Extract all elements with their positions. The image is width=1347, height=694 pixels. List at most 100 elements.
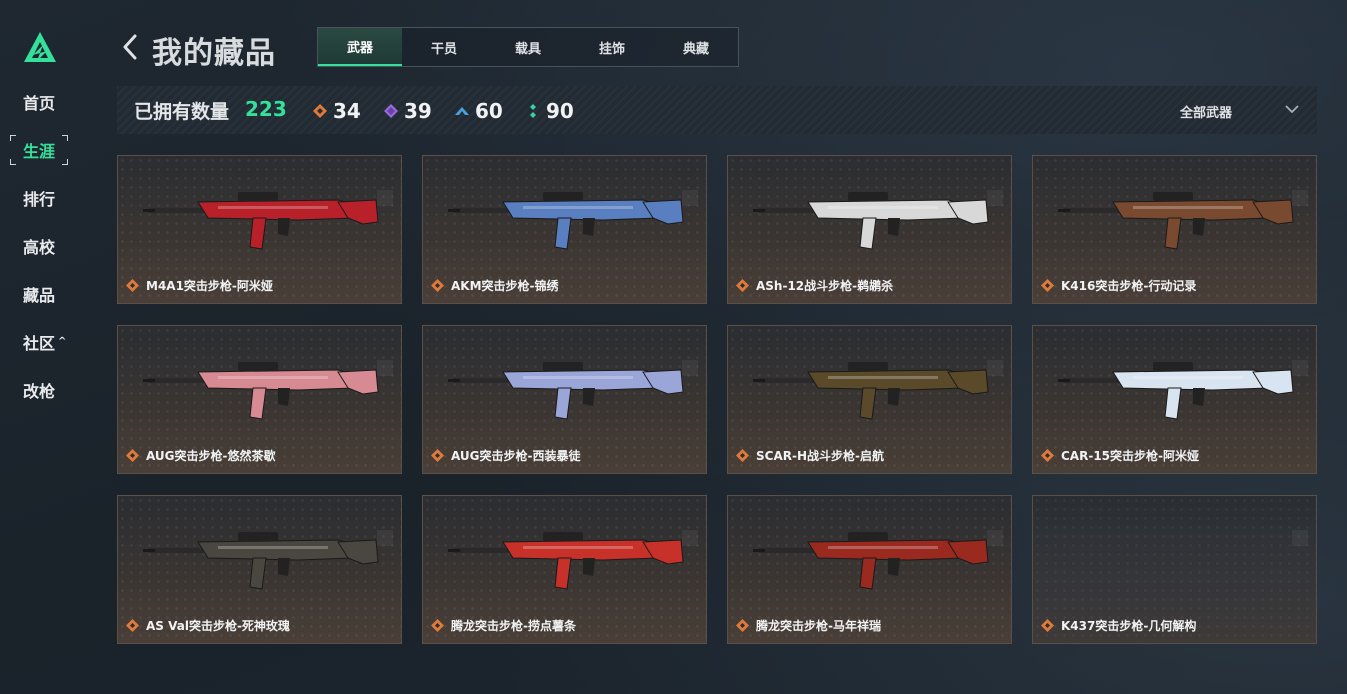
card-label-row: K416突击步枪-行动记录 <box>1041 277 1196 294</box>
weapon-skin-image <box>448 192 684 250</box>
nav-item-gunsmith[interactable]: 改枪 <box>10 375 68 405</box>
card-label-row: CAR-15突击步枪-阿米娅 <box>1041 447 1199 464</box>
tab-weapons[interactable]: 武器 <box>318 28 402 66</box>
page-title: 我的藏品 <box>152 36 276 71</box>
weapon-skin-name: AS Val突击步枪-死神玫瑰 <box>146 619 290 633</box>
nav-item-label: 社区 <box>23 334 56 353</box>
nav-item-label: 生涯 <box>23 142 56 161</box>
weapon-skin-name: K416突击步枪-行动记录 <box>1061 279 1197 293</box>
card-label-row: AKM突击步枪-锦绣 <box>431 277 559 294</box>
tab-label: 干员 <box>430 41 457 57</box>
weapon-skin-image <box>753 362 989 420</box>
weapon-filter-dropdown[interactable]: 全部武器 <box>1180 102 1232 121</box>
tab-label: 载具 <box>514 41 541 57</box>
weapon-skin-name: CAR-15突击步枪-阿米娅 <box>1061 449 1199 463</box>
weapon-skin-card[interactable]: 腾龙突击步枪-捞点薯条 <box>422 495 707 644</box>
collection-screen: 首页 生涯 排行 高校 藏品 社区 ^ 改枪 我的藏品 武器 干员 载具 挂饰 … <box>0 0 1347 694</box>
card-label-row: AUG突击步枪-悠然茶歇 <box>126 447 276 464</box>
weapon-skin-name: ASh-12战斗步枪-鹈鹕杀 <box>756 279 894 293</box>
nav-item-university[interactable]: 高校 <box>10 231 68 261</box>
rarity-count-blue: 60 <box>455 99 503 123</box>
card-label-row: ASh-12战斗步枪-鹈鹕杀 <box>736 277 893 294</box>
card-label-row: 腾龙突击步枪-马年祥瑞 <box>736 617 881 634</box>
blue-chevron-icon <box>455 107 469 115</box>
orange-diamond-icon <box>736 619 749 632</box>
weapon-skin-image <box>753 192 989 250</box>
selection-bracket <box>62 135 68 141</box>
card-label-row: SCAR-H战斗步枪-启航 <box>736 447 884 464</box>
rarity-count: 34 <box>333 99 361 123</box>
logo-icon[interactable] <box>23 31 57 63</box>
weapon-skin-image <box>1058 192 1294 250</box>
selection-bracket <box>10 135 16 141</box>
nav-item-label: 高校 <box>23 238 56 257</box>
weapon-skin-name: SCAR-H战斗步枪-启航 <box>756 449 884 463</box>
card-label-row: 腾龙突击步枪-捞点薯条 <box>431 617 576 634</box>
nav-item-label: 首页 <box>23 94 56 113</box>
orange-diamond-icon <box>126 619 139 632</box>
weapon-skin-card[interactable]: AUG突击步枪-悠然茶歇 <box>117 325 402 474</box>
nav-item-label: 改枪 <box>23 382 56 401</box>
rarity-count-orange: 34 <box>313 99 361 123</box>
weapon-skin-card[interactable]: K437突击步枪-几何解构 <box>1032 495 1317 644</box>
weapon-skin-image <box>448 532 684 590</box>
weapon-skin-name: K437突击步枪-几何解构 <box>1061 619 1197 633</box>
orange-diamond-icon <box>736 449 749 462</box>
weapon-skin-card[interactable]: CAR-15突击步枪-阿米娅 <box>1032 325 1317 474</box>
tab-label: 武器 <box>346 40 373 56</box>
tab-vehicles[interactable]: 载具 <box>486 28 570 66</box>
orange-diamond-icon <box>1041 619 1054 632</box>
weapon-skin-image <box>143 362 379 420</box>
nav-item-career[interactable]: 生涯 <box>10 135 68 165</box>
orange-diamond-icon <box>313 104 327 118</box>
tab-collection-classics[interactable]: 典藏 <box>654 28 738 66</box>
tab-label: 挂饰 <box>598 41 625 57</box>
weapon-skin-card[interactable]: 腾龙突击步枪-马年祥瑞 <box>727 495 1012 644</box>
weapon-skin-card[interactable]: AKM突击步枪-锦绣 <box>422 155 707 304</box>
weapon-skin-name: M4A1突击步枪-阿米娅 <box>146 279 273 293</box>
owned-label: 已拥有数量 <box>134 101 230 123</box>
weapon-skin-image <box>448 362 684 420</box>
nav-item-collection[interactable]: 藏品 <box>10 279 68 309</box>
back-arrow-icon[interactable] <box>120 33 140 61</box>
weapon-skin-name: AUG突击步枪-西装暴徒 <box>451 449 581 463</box>
nav-item-community[interactable]: 社区 ^ <box>10 327 68 357</box>
orange-diamond-icon <box>1041 449 1054 462</box>
orange-diamond-icon <box>1041 279 1054 292</box>
sidebar: 首页 生涯 排行 高校 藏品 社区 ^ 改枪 <box>0 0 80 694</box>
weapon-skin-card[interactable]: AS Val突击步枪-死神玫瑰 <box>117 495 402 644</box>
weapon-skin-card[interactable]: ASh-12战斗步枪-鹈鹕杀 <box>727 155 1012 304</box>
card-label-row: AUG突击步枪-西装暴徒 <box>431 447 581 464</box>
orange-diamond-icon <box>431 619 444 632</box>
rarity-count-green: 90 <box>526 99 574 123</box>
ownership-stats-bar: 已拥有数量 223 34 39 60 90 全部武器 <box>117 86 1317 134</box>
orange-diamond-icon <box>431 279 444 292</box>
chevron-down-icon[interactable] <box>1284 103 1300 115</box>
rarity-count-purple: 39 <box>384 99 432 123</box>
card-label-row: K437突击步枪-几何解构 <box>1041 617 1196 634</box>
nav-item-ranking[interactable]: 排行 <box>10 183 68 213</box>
card-label-row: M4A1突击步枪-阿米娅 <box>126 277 273 294</box>
nav-item-label: 藏品 <box>23 286 56 305</box>
weapon-skin-name: AUG突击步枪-悠然茶歇 <box>146 449 276 463</box>
chevron-up-icon: ^ <box>58 335 67 347</box>
weapon-skin-image <box>143 192 379 250</box>
weapon-skin-card[interactable]: M4A1突击步枪-阿米娅 <box>117 155 402 304</box>
weapon-skin-image <box>143 532 379 590</box>
tab-charms[interactable]: 挂饰 <box>570 28 654 66</box>
rarity-count: 90 <box>546 99 574 123</box>
weapon-skin-card[interactable]: SCAR-H战斗步枪-启航 <box>727 325 1012 474</box>
nav-item-label: 排行 <box>23 190 56 209</box>
rarity-count: 60 <box>475 99 503 123</box>
orange-diamond-icon <box>126 449 139 462</box>
card-label-row: AS Val突击步枪-死神玫瑰 <box>126 617 290 634</box>
weapon-skin-image <box>753 532 989 590</box>
card-decoration <box>1292 530 1308 546</box>
category-tabs: 武器 干员 载具 挂饰 典藏 <box>317 27 739 67</box>
tab-operators[interactable]: 干员 <box>402 28 486 66</box>
weapon-skin-card[interactable]: K416突击步枪-行动记录 <box>1032 155 1317 304</box>
weapon-skin-card[interactable]: AUG突击步枪-西装暴徒 <box>422 325 707 474</box>
selection-bracket <box>62 159 68 165</box>
rarity-count: 39 <box>404 99 432 123</box>
nav-item-home[interactable]: 首页 <box>10 87 68 117</box>
